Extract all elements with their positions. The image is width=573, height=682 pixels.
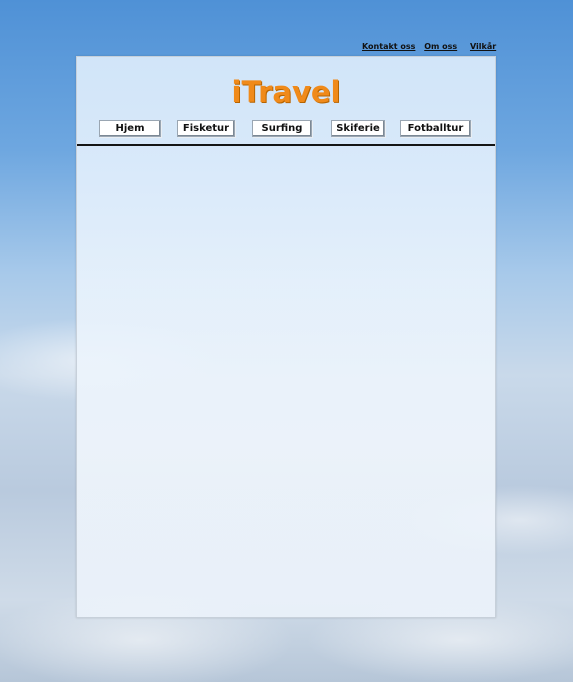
content-area bbox=[77, 149, 495, 617]
main-nav: Hjem Fisketur Surfing Skiferie Fotballtu… bbox=[77, 120, 495, 138]
header-divider bbox=[77, 144, 495, 146]
site-logo[interactable]: iTravel bbox=[77, 75, 495, 109]
nav-fishing-button[interactable]: Fisketur bbox=[177, 120, 235, 137]
about-link[interactable]: Om oss bbox=[424, 42, 457, 51]
nav-surfing-button[interactable]: Surfing bbox=[252, 120, 312, 137]
nav-football-button[interactable]: Fotballtur bbox=[400, 120, 471, 137]
top-links: Kontakt oss Om oss Vilkår bbox=[362, 42, 502, 51]
contact-link[interactable]: Kontakt oss bbox=[362, 42, 415, 51]
terms-link[interactable]: Vilkår bbox=[470, 42, 496, 51]
main-panel: iTravel Hjem Fisketur Surfing Skiferie F… bbox=[76, 56, 496, 618]
nav-ski-button[interactable]: Skiferie bbox=[331, 120, 385, 137]
nav-home-button[interactable]: Hjem bbox=[99, 120, 161, 137]
